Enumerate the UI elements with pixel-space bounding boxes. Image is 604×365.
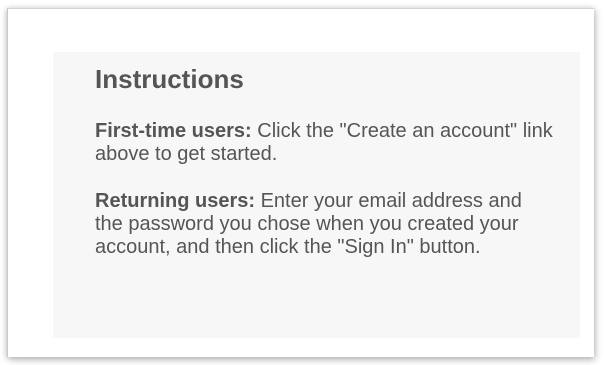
instructions-panel: Instructions First-time users: Click the…: [53, 52, 580, 338]
returning-users-label: Returning users:: [95, 190, 256, 212]
first-time-users-paragraph: First-time users: Click the "Create an a…: [95, 120, 555, 166]
first-time-users-label: First-time users:: [95, 120, 252, 142]
instructions-title: Instructions: [95, 64, 244, 94]
returning-users-paragraph: Returning users: Enter your email addres…: [95, 190, 555, 259]
instructions-window: Instructions First-time users: Click the…: [7, 8, 594, 357]
